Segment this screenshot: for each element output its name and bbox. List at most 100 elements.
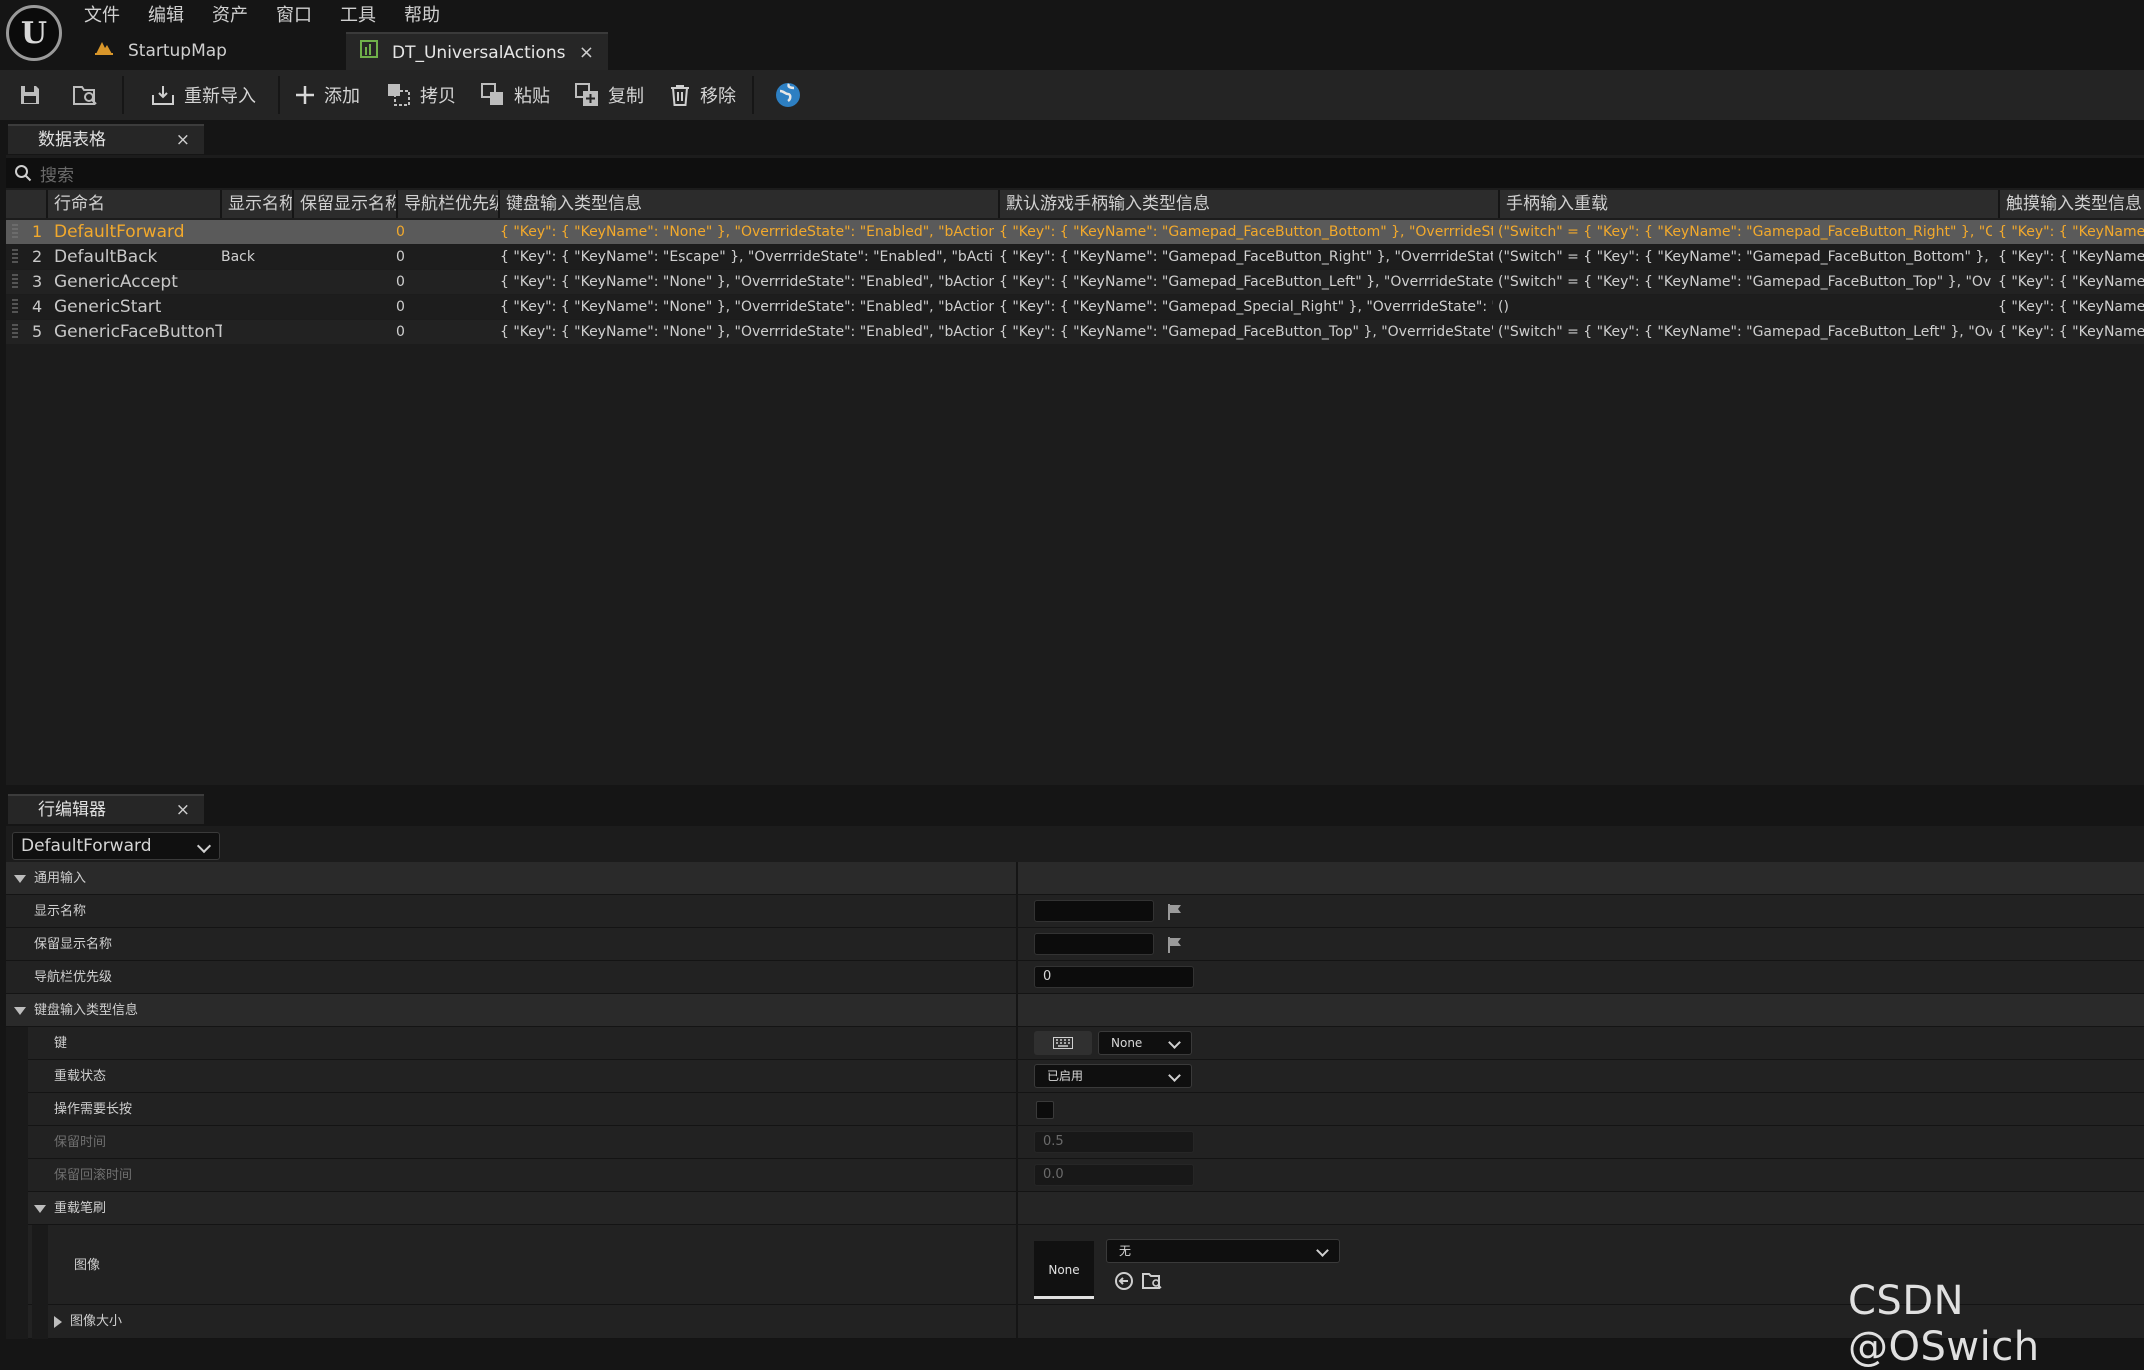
- toolbar-separator: [278, 76, 280, 114]
- save-button[interactable]: [18, 70, 50, 120]
- table-row[interactable]: 4 GenericStart 0 { "Key": { "KeyName": "…: [6, 295, 2144, 319]
- table-row[interactable]: 1 DefaultForward 0 { "Key": { "KeyName":…: [6, 220, 2144, 244]
- key-select-dropdown[interactable]: None: [1098, 1031, 1192, 1055]
- touch-cell: { "Key": { "KeyName":: [1998, 224, 2144, 240]
- category-general-input[interactable]: 通用输入: [6, 862, 2144, 895]
- tab-startupmap[interactable]: StartupMap: [80, 32, 342, 70]
- key-capture-button[interactable]: [1034, 1031, 1092, 1055]
- priority-cell: 0: [396, 224, 405, 240]
- reimport-icon: [152, 86, 174, 105]
- touch-cell: { "Key": { "KeyName":: [1998, 249, 2144, 265]
- display-name-cell: [221, 295, 291, 319]
- close-tab-icon[interactable]: ×: [579, 34, 594, 72]
- save-icon: [21, 86, 39, 104]
- header-grip: [6, 190, 48, 218]
- paste-button[interactable]: 粘贴: [480, 70, 550, 120]
- header-display-name[interactable]: 显示名称: [222, 190, 294, 218]
- header-override[interactable]: 手柄输入重载: [1500, 190, 2000, 218]
- close-panel-icon[interactable]: ×: [176, 796, 190, 824]
- property-hold-rollback-time: 保留回滚时间 0.0: [6, 1159, 2144, 1192]
- trash-icon: [671, 85, 689, 106]
- reimport-button[interactable]: 重新导入: [150, 70, 256, 120]
- chevron-down-icon: [1316, 1244, 1329, 1257]
- gamepad-cell: { "Key": { "KeyName": "Gamepad_FaceButto…: [999, 274, 1493, 290]
- hold-rollback-input[interactable]: 0.0: [1034, 1164, 1194, 1186]
- menu-assets[interactable]: 资产: [212, 2, 248, 30]
- remove-button[interactable]: 移除: [668, 70, 736, 120]
- hold-required-checkbox[interactable]: [1036, 1101, 1054, 1119]
- table-row[interactable]: 2 DefaultBack Back 0 { "Key": { "KeyName…: [6, 245, 2144, 269]
- datatable-panel-tab[interactable]: 数据表格 ×: [8, 124, 204, 154]
- row-name: DefaultForward: [54, 222, 185, 242]
- nav-priority-input[interactable]: 0: [1034, 966, 1194, 988]
- row-editor-panel-tab[interactable]: 行编辑器 ×: [8, 794, 204, 824]
- table-row[interactable]: 3 GenericAccept 0 { "Key": { "KeyName": …: [6, 270, 2144, 294]
- property-display-name: 显示名称: [6, 895, 2144, 928]
- hold-time-input[interactable]: 0.5: [1034, 1131, 1194, 1153]
- header-gamepad-info[interactable]: 默认游戏手柄输入类型信息: [1000, 190, 1500, 218]
- use-selected-icon[interactable]: [1114, 1271, 1134, 1291]
- search-input[interactable]: 搜索: [40, 161, 74, 186]
- display-name-cell: Back: [221, 249, 255, 265]
- gamepad-cell: { "Key": { "KeyName": "Gamepad_Special_R…: [999, 299, 1493, 315]
- menu-help[interactable]: 帮助: [404, 2, 440, 30]
- keyboard-cell: { "Key": { "KeyName": "None" }, "Overrri…: [500, 324, 994, 340]
- touch-cell: { "Key": { "KeyName":: [1998, 274, 2144, 290]
- browse-button[interactable]: [72, 70, 108, 120]
- priority-cell: 0: [396, 324, 405, 340]
- tab-dt-universalactions[interactable]: DT_UniversalActions ×: [346, 32, 608, 70]
- image-asset-dropdown[interactable]: 无: [1106, 1239, 1340, 1263]
- copy-button[interactable]: 拷贝: [386, 70, 456, 120]
- override-cell: ("Switch" = { "Key": { "KeyName": "Gamep…: [1498, 274, 1992, 290]
- table-header: 行命名 显示名称 保留显示名称 导航栏优先级 键盘输入类型信息 默认游戏手柄输入…: [6, 190, 2144, 218]
- add-button[interactable]: 添加: [294, 70, 360, 120]
- row-select-dropdown[interactable]: DefaultForward: [12, 832, 220, 860]
- table-row[interactable]: 5 GenericFaceButtonT 0 { "Key": { "KeyNa…: [6, 320, 2144, 344]
- menu-window[interactable]: 窗口: [276, 2, 312, 30]
- override-cell: (): [1498, 299, 1509, 315]
- menu-file[interactable]: 文件: [84, 2, 120, 30]
- duplicate-icon: [575, 83, 598, 106]
- unreal-logo-icon[interactable]: U: [6, 5, 62, 61]
- datatable-panel-header: [0, 121, 2144, 155]
- header-touch-info[interactable]: 触摸输入类型信息: [2000, 190, 2144, 218]
- header-keyboard-info[interactable]: 键盘输入类型信息: [500, 190, 1000, 218]
- property-image-size[interactable]: 图像大小: [6, 1305, 2144, 1339]
- category-keyboard-input[interactable]: 键盘输入类型信息: [6, 994, 2144, 1027]
- keep-display-input[interactable]: [1034, 933, 1154, 955]
- header-row-name[interactable]: 行命名: [48, 190, 222, 218]
- watermark: CSDN @OSwich: [1848, 1278, 2040, 1370]
- chevron-down-icon: [1168, 1069, 1181, 1082]
- row-name: DefaultBack: [54, 247, 158, 267]
- expand-arrow-icon: [14, 1006, 26, 1015]
- column-splitter[interactable]: [1016, 862, 1018, 1339]
- row-name: GenericAccept: [54, 272, 178, 292]
- plus-icon: [296, 86, 314, 104]
- browse-asset-icon[interactable]: [1142, 1271, 1164, 1291]
- datatable-icon: [360, 34, 378, 72]
- drag-handle[interactable]: [12, 274, 18, 290]
- duplicate-button[interactable]: 复制: [574, 70, 644, 120]
- override-state-dropdown[interactable]: 已启用: [1034, 1064, 1192, 1088]
- category-override-brush[interactable]: 重载笔刷: [6, 1192, 2144, 1225]
- display-name-cell: [221, 270, 291, 294]
- drag-handle[interactable]: [12, 224, 18, 240]
- menu-edit[interactable]: 编辑: [148, 2, 184, 30]
- folder-search-icon: [73, 86, 97, 105]
- close-panel-icon[interactable]: ×: [176, 126, 190, 154]
- touch-cell: { "Key": { "KeyName":: [1998, 324, 2144, 340]
- header-keep-display[interactable]: 保留显示名称: [294, 190, 398, 218]
- drag-handle[interactable]: [12, 324, 18, 340]
- flag-icon[interactable]: [1166, 936, 1184, 954]
- chevron-down-icon: [1168, 1036, 1181, 1049]
- drag-handle[interactable]: [12, 249, 18, 265]
- source-control-button[interactable]: [774, 70, 810, 120]
- flag-icon[interactable]: [1166, 903, 1184, 921]
- property-hold-time: 保留时间 0.5: [6, 1126, 2144, 1159]
- drag-handle[interactable]: [12, 299, 18, 315]
- header-nav-priority[interactable]: 导航栏优先级: [398, 190, 500, 218]
- search-box[interactable]: 搜索: [6, 158, 2144, 188]
- display-name-input[interactable]: [1034, 900, 1154, 922]
- menu-tools[interactable]: 工具: [340, 2, 376, 30]
- image-thumbnail[interactable]: None: [1034, 1241, 1094, 1299]
